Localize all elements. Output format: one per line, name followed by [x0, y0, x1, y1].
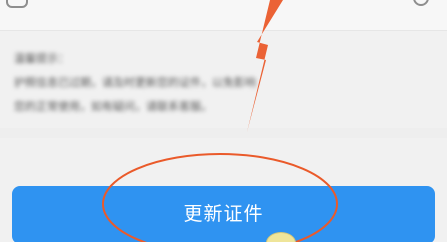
header-bar — [0, 0, 447, 31]
section-separator — [0, 128, 447, 138]
notice-title: 温馨提示： — [14, 52, 69, 65]
page-root: 温馨提示： 护照信息已过期，请及时更新您的证件，以免影响 您的正常使用，如有疑问… — [0, 0, 447, 242]
notice-line-1: 护照信息已过期，请及时更新您的证件，以免影响 — [14, 76, 256, 89]
update-document-button[interactable]: 更新证件 — [12, 186, 435, 242]
help-icon[interactable] — [413, 0, 429, 6]
update-document-button-label: 更新证件 — [183, 203, 264, 225]
notice-line-2: 您的正常使用，如有疑问，请联系客服。 — [14, 100, 212, 113]
back-icon[interactable] — [6, 0, 28, 8]
notice-panel: 温馨提示： 护照信息已过期，请及时更新您的证件，以免影响 您的正常使用，如有疑问… — [14, 50, 434, 122]
